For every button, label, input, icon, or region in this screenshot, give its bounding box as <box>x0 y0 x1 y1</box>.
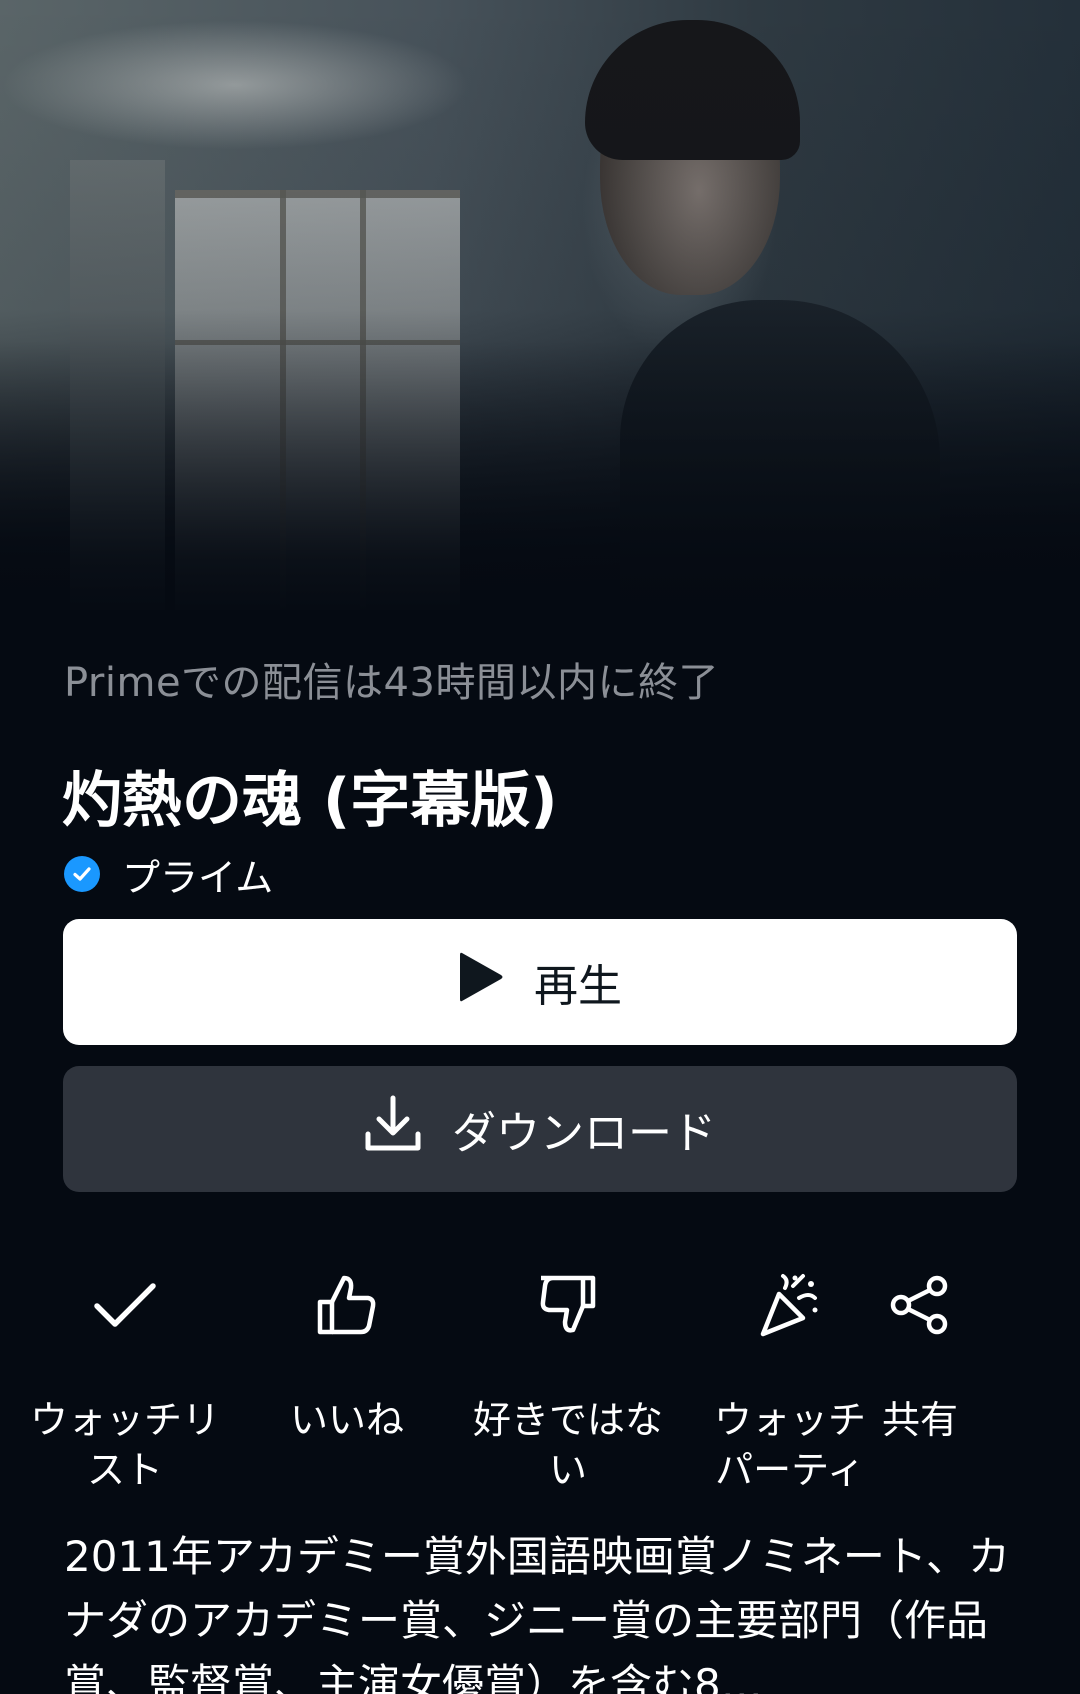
dislike-label: 好きではな い <box>472 1398 663 1492</box>
watchlist-button[interactable]: ウォッチリ スト <box>15 1265 235 1495</box>
hero-image <box>0 0 1080 620</box>
share-button[interactable]: 共有 <box>810 1265 1030 1445</box>
check-icon <box>15 1265 235 1345</box>
play-icon <box>458 950 504 1015</box>
dislike-button[interactable]: 好きではな い <box>458 1265 678 1495</box>
download-button[interactable]: ダウンロード <box>63 1066 1017 1192</box>
like-label: いいね <box>289 1398 404 1442</box>
thumbs-down-icon <box>458 1265 678 1345</box>
action-row: ウォッチリ スト いいね 好きではな い ウォッチ パーティ 共有 <box>0 1265 1080 1495</box>
prime-badge: プライム <box>64 850 273 900</box>
share-icon <box>810 1265 1030 1345</box>
expiry-notice: Primeでの配信は43時間以内に終了 <box>64 660 719 706</box>
page-title: 灼熱の魂 (字幕版) <box>62 766 558 836</box>
play-button[interactable]: 再生 <box>63 919 1017 1045</box>
watchlist-label: ウォッチリ スト <box>29 1398 220 1492</box>
like-button[interactable]: いいね <box>237 1265 457 1445</box>
play-label: 再生 <box>534 961 622 1012</box>
hero-gradient <box>0 0 1080 620</box>
synopsis-text[interactable]: 2011年アカデミー賞外国語映画賞ノミネート、カナダのアカデミー賞、ジニー賞の主… <box>64 1525 1024 1694</box>
prime-check-icon <box>64 856 100 892</box>
download-label: ダウンロード <box>452 1108 716 1159</box>
prime-label: プライム <box>122 855 274 900</box>
thumbs-up-icon <box>237 1265 457 1345</box>
share-label: 共有 <box>881 1398 958 1442</box>
download-icon <box>364 1094 422 1165</box>
